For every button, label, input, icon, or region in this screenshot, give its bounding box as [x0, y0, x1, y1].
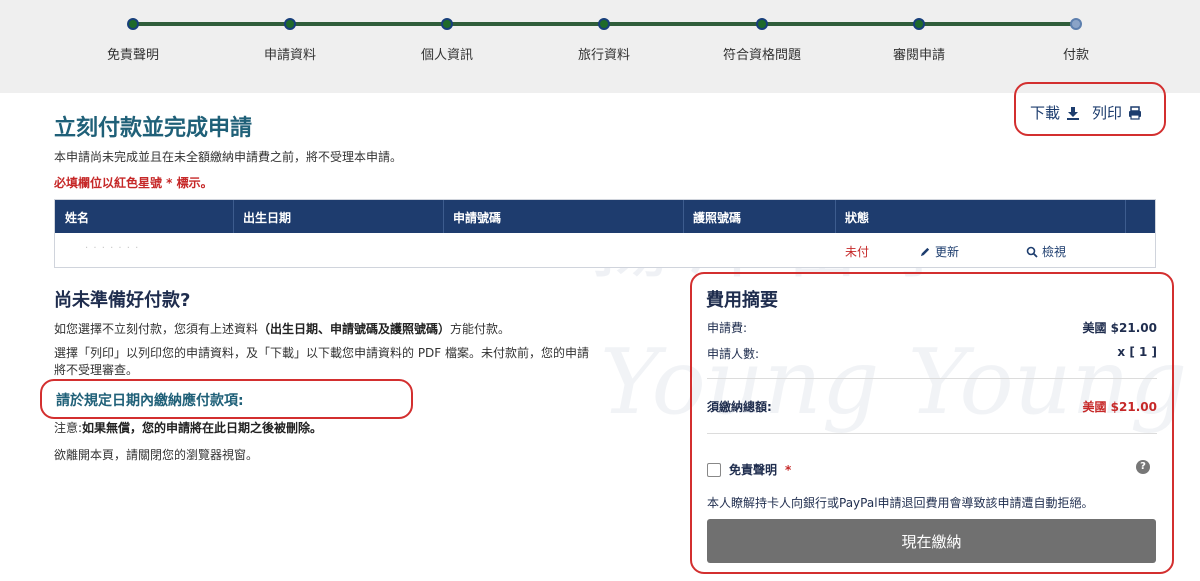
th-status: 狀態 — [845, 211, 870, 225]
table-header: 姓名 出生日期 申請號碼 護照號碼 狀態 — [55, 200, 1155, 233]
required-note: 必填欄位以紅色星號 * 標示。 — [54, 176, 213, 190]
fee-row-total: 須繳納總額: 美國 $21.00 — [707, 398, 1157, 415]
disclaimer-label: 免責聲明 — [729, 463, 778, 477]
download-label: 下載 — [1030, 104, 1061, 122]
print-label: 列印 — [1092, 104, 1123, 122]
step-label-travel: 旅行資料 — [577, 48, 631, 63]
update-label: 更新 — [935, 245, 960, 259]
count-value: x [ 1 ] — [1117, 345, 1157, 359]
step-label-review: 審閱申請 — [892, 48, 946, 63]
pay-later-info: 如您選擇不立刻付款，您須有上述資料（出生日期、申請號碼及護照號碼）方能付款。 — [54, 320, 510, 337]
step-dot-3 — [441, 18, 453, 30]
not-ready-heading: 尚未準備好付款? — [54, 290, 191, 311]
search-icon — [1026, 246, 1038, 258]
step-label-application: 申請資料 — [263, 48, 317, 63]
step-dot-6 — [913, 18, 925, 30]
total-value: 美國 $21.00 — [1082, 400, 1158, 414]
step-label-personal: 個人資訊 — [420, 48, 474, 63]
pay-later-prefix: 如您選擇不立刻付款，您須有上述資料 — [54, 322, 259, 336]
fee-summary-title: 費用摘要 — [706, 290, 778, 311]
page-title: 立刻付款並完成申請 — [54, 116, 253, 141]
deadline-text: 請於規定日期內繳納應付款項: — [56, 393, 244, 409]
disclaimer-agreement: 免責聲明 * — [707, 461, 791, 478]
print-download-info: 選擇「列印」以列印您的申請資料，及「下載」以下載您申請資料的 PDF 檔案。未付… — [54, 346, 590, 377]
fee-label: 申請費: — [707, 321, 748, 335]
fee-value: 美國 $21.00 — [1082, 321, 1158, 335]
th-application-number: 申請號碼 — [453, 211, 502, 225]
note-prefix: 注意: — [54, 421, 83, 435]
th-divider — [233, 200, 234, 233]
download-icon — [1067, 106, 1080, 120]
tools-box: 下載 列印 — [1014, 82, 1166, 136]
intro-text: 本申請尚未完成並且在未全額繳納申請費之前，將不受理本申請。 — [54, 150, 403, 164]
step-label-eligibility: 符合資格問題 — [722, 48, 802, 63]
disclaimer-checkbox[interactable] — [707, 462, 721, 477]
leave-page-text: 欲離開本頁，請關閉您的瀏覽器視窗。 — [54, 448, 259, 462]
cell-status: 未付 — [845, 245, 870, 259]
required-star: * — [785, 462, 792, 477]
count-label: 申請人數: — [707, 347, 760, 361]
table-row: · · · · · · · 未付 更新 檢視 — [55, 233, 1155, 267]
step-label-payment: 付款 — [1062, 48, 1090, 63]
th-divider — [683, 200, 684, 233]
th-name: 姓名 — [65, 211, 90, 225]
fee-row-application: 申請費: 美國 $21.00 — [707, 319, 1157, 336]
application-table: 姓名 出生日期 申請號碼 護照號碼 狀態 · · · · · · · 未付 更新… — [54, 199, 1156, 268]
th-divider — [1125, 200, 1126, 233]
step-dot-2 — [284, 18, 296, 30]
cell-name-blurred: · · · · · · · — [85, 243, 140, 254]
note-bold: 如果無償，您的申請將在此日期之後被刪除。 — [82, 421, 323, 435]
pay-later-suffix: 方能付款。 — [450, 322, 511, 336]
printer-icon — [1129, 105, 1142, 120]
progress-steps: 免責聲明 申請資料 個人資訊 旅行資料 符合資格問題 審閱申請 付款 — [0, 0, 1200, 93]
th-divider — [835, 200, 836, 233]
total-label: 須繳納總額: — [707, 400, 772, 414]
download-button[interactable]: 下載 — [1030, 102, 1080, 123]
chargeback-disclaimer: 本人瞭解持卡人向銀行或PayPal申請退回費用會導致該申請遭自動拒絕。 — [707, 496, 1094, 510]
th-dob: 出生日期 — [243, 211, 292, 225]
update-link[interactable]: 更新 — [920, 243, 959, 260]
step-label-disclaimer: 免責聲明 — [106, 48, 160, 63]
step-dot-4 — [598, 18, 610, 30]
pay-later-bold: （出生日期、申請號碼及護照號碼） — [258, 322, 451, 336]
th-divider — [443, 200, 444, 233]
divider — [707, 378, 1157, 379]
th-passport-number: 護照號碼 — [693, 211, 742, 225]
view-link[interactable]: 檢視 — [1026, 243, 1066, 260]
fee-row-applicants: 申請人數: x [ 1 ] — [707, 345, 1157, 362]
step-dot-5 — [756, 18, 768, 30]
help-icon[interactable]: ? — [1136, 460, 1150, 474]
divider — [707, 433, 1157, 434]
step-dot-1 — [127, 18, 139, 30]
pay-now-button[interactable]: 現在繳納 — [707, 519, 1156, 563]
step-dot-7 — [1070, 18, 1082, 30]
view-label: 檢視 — [1042, 245, 1067, 259]
deletion-note: 注意:如果無償，您的申請將在此日期之後被刪除。 — [54, 419, 322, 436]
print-button[interactable]: 列印 — [1092, 102, 1142, 123]
pencil-icon — [920, 247, 930, 257]
